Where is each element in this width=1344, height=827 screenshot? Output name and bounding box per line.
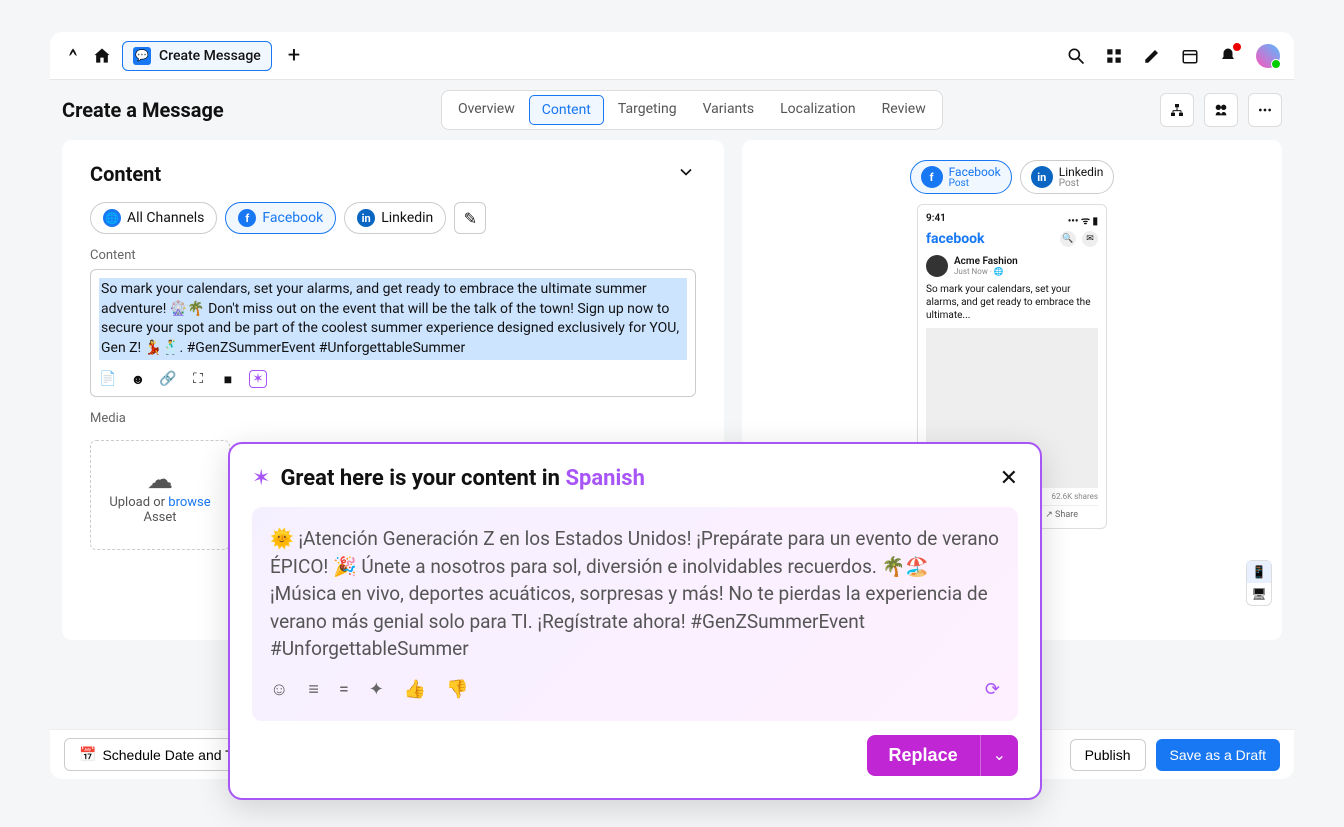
mobile-view-button[interactable]: 📱 <box>1247 561 1271 583</box>
new-tab-button[interactable]: + <box>288 43 300 68</box>
search-icon[interactable] <box>1066 46 1086 66</box>
tab-localization[interactable]: Localization <box>768 95 868 125</box>
signal-icons: ••• ᯤ ▮ <box>1068 213 1098 227</box>
page-header: Create a Message Overview Content Target… <box>0 80 1344 140</box>
preview-tab-facebook[interactable]: f FacebookPost <box>910 160 1012 194</box>
ai-sparkle-icon[interactable]: ✶ <box>249 370 267 388</box>
post-time: Just Now · 🌐 <box>954 267 1018 276</box>
align-tool-icon[interactable]: ≡ <box>308 677 319 703</box>
channel-linkedin-label: Linkedin <box>381 210 433 226</box>
channel-facebook-label: Facebook <box>262 210 323 226</box>
facebook-icon: f <box>238 209 256 227</box>
channel-facebook[interactable]: f Facebook <box>225 202 336 234</box>
preview-tab-linkedin[interactable]: in LinkedinPost <box>1020 160 1115 194</box>
ai-modal-footer: Replace ⌄ <box>252 735 1018 776</box>
chevron-down-icon[interactable] <box>676 162 696 186</box>
ai-modal-header: ✶ Great here is your content in Spanish … <box>252 466 1018 491</box>
content-editor[interactable]: So mark your calendars, set your alarms,… <box>90 269 696 397</box>
ai-modal-title: Great here is your content in Spanish <box>280 466 644 491</box>
ai-tools: ☺ ≡ = ✦ 👍 👎 ⟳ <box>270 677 1000 703</box>
sparkle-icon: ✶ <box>252 466 270 491</box>
channel-all-label: All Channels <box>127 210 204 226</box>
tab-variants[interactable]: Variants <box>691 95 767 125</box>
equals-tool-icon[interactable]: = <box>339 677 349 703</box>
file-icon[interactable]: 📄 <box>99 370 117 388</box>
share-action: ↗ Share <box>1045 510 1078 520</box>
facebook-brand: facebook <box>926 231 985 247</box>
more-icon[interactable] <box>1248 93 1282 127</box>
top-right-group <box>1066 44 1280 68</box>
upload-cloud-icon: ☁ <box>101 465 219 495</box>
post-avatar <box>926 255 948 277</box>
sparkle-tool-icon[interactable]: ✦ <box>369 677 384 703</box>
ai-generated-content: 🌞 ¡Atención Generación Z en los Estados … <box>252 507 1018 721</box>
content-text[interactable]: So mark your calendars, set your alarms,… <box>99 278 687 360</box>
fb-messenger-icon: ✉ <box>1082 231 1098 247</box>
emoji-icon[interactable]: ☻ <box>129 370 147 388</box>
preview-tabs: f FacebookPost in LinkedinPost <box>910 160 1115 194</box>
channel-selector: 🌐 All Channels f Facebook in Linkedin ✎ <box>90 202 696 234</box>
ai-translation-modal: ✶ Great here is your content in Spanish … <box>228 442 1042 800</box>
top-bar: 💬 Create Message + <box>50 32 1294 80</box>
compose-icon[interactable] <box>1142 46 1162 66</box>
linkedin-icon: in <box>1031 166 1053 188</box>
save-draft-button[interactable]: Save as a Draft <box>1156 739 1281 771</box>
post-text: So mark your calendars, set your alarms,… <box>926 283 1098 322</box>
step-tabs: Overview Content Targeting Variants Loca… <box>441 90 943 130</box>
facebook-icon: f <box>921 166 943 188</box>
content-field-label: Content <box>90 248 696 263</box>
video-icon[interactable]: ■ <box>219 370 237 388</box>
thumbs-down-icon[interactable]: 👎 <box>446 677 468 703</box>
ai-text: 🌞 ¡Atención Generación Z en los Estados … <box>270 525 1000 663</box>
panel-title: Content <box>90 162 161 186</box>
close-icon[interactable]: ✕ <box>1000 466 1018 491</box>
device-toggle: 📱 🖥 <box>1246 560 1272 606</box>
tab-label: Create Message <box>159 48 261 64</box>
linkedin-icon: in <box>357 209 375 227</box>
hierarchy-icon[interactable] <box>1160 93 1194 127</box>
message-icon: 💬 <box>133 47 151 65</box>
expand-icon[interactable]: ⛶ <box>189 370 207 388</box>
tab-content[interactable]: Content <box>529 95 604 125</box>
browse-link[interactable]: browse <box>168 495 210 510</box>
top-left-group: 💬 Create Message + <box>64 41 300 71</box>
channel-linkedin[interactable]: in Linkedin <box>344 202 446 234</box>
tab-targeting[interactable]: Targeting <box>606 95 689 125</box>
app-logo-icon[interactable] <box>64 47 82 65</box>
post-header: Acme FashionJust Now · 🌐 <box>926 255 1098 277</box>
refresh-icon[interactable]: ⟳ <box>985 677 1000 703</box>
asset-text: Asset <box>101 510 219 525</box>
phone-statusbar: 9:41••• ᯤ ▮ <box>926 213 1098 227</box>
media-dropzone[interactable]: ☁ Upload or browse Asset <box>90 440 230 550</box>
thumbs-up-icon[interactable]: 👍 <box>404 677 426 703</box>
user-avatar[interactable] <box>1256 44 1280 68</box>
tab-overview[interactable]: Overview <box>446 95 527 125</box>
globe-icon: 🌐 <box>103 209 121 227</box>
channel-all[interactable]: 🌐 All Channels <box>90 202 217 234</box>
upload-text: Upload or browse <box>101 495 219 510</box>
ai-language: Spanish <box>565 466 644 491</box>
replace-button[interactable]: Replace <box>867 735 980 776</box>
header-actions <box>1160 93 1282 127</box>
tab-review[interactable]: Review <box>870 95 938 125</box>
page-title: Create a Message <box>62 98 224 122</box>
panel-header: Content <box>90 162 696 186</box>
media-field-label: Media <box>90 411 696 426</box>
link-icon[interactable]: 🔗 <box>159 370 177 388</box>
editor-toolbar: 📄 ☻ 🔗 ⛶ ■ ✶ <box>99 370 687 388</box>
emoji-tool-icon[interactable]: ☺ <box>270 677 288 703</box>
apps-grid-icon[interactable] <box>1104 46 1124 66</box>
desktop-view-button[interactable]: 🖥 <box>1247 583 1271 605</box>
calendar-icon[interactable] <box>1180 46 1200 66</box>
schedule-button[interactable]: 📅 Schedule Date and Ti <box>64 738 251 771</box>
post-account: Acme Fashion <box>954 256 1018 267</box>
replace-dropdown-button[interactable]: ⌄ <box>980 735 1018 776</box>
fb-search-icon: 🔍 <box>1060 231 1076 247</box>
open-tab-create-message[interactable]: 💬 Create Message <box>122 41 272 71</box>
publish-button[interactable]: Publish <box>1070 739 1146 771</box>
home-icon[interactable] <box>92 46 112 66</box>
edit-channels-button[interactable]: ✎ <box>454 202 486 234</box>
approval-icon[interactable] <box>1204 93 1238 127</box>
notifications-icon[interactable] <box>1218 46 1238 66</box>
